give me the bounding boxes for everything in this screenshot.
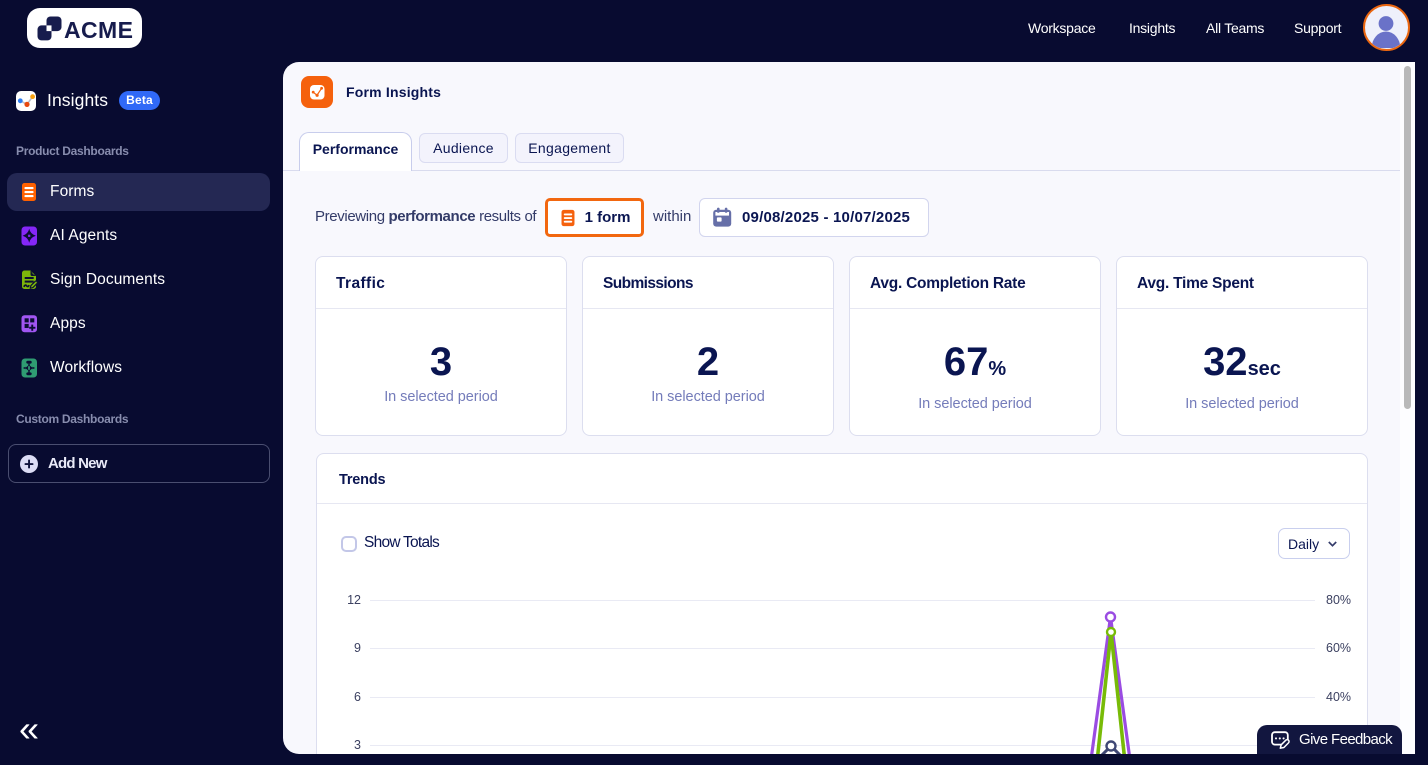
svg-text:ACME: ACME (64, 17, 133, 43)
